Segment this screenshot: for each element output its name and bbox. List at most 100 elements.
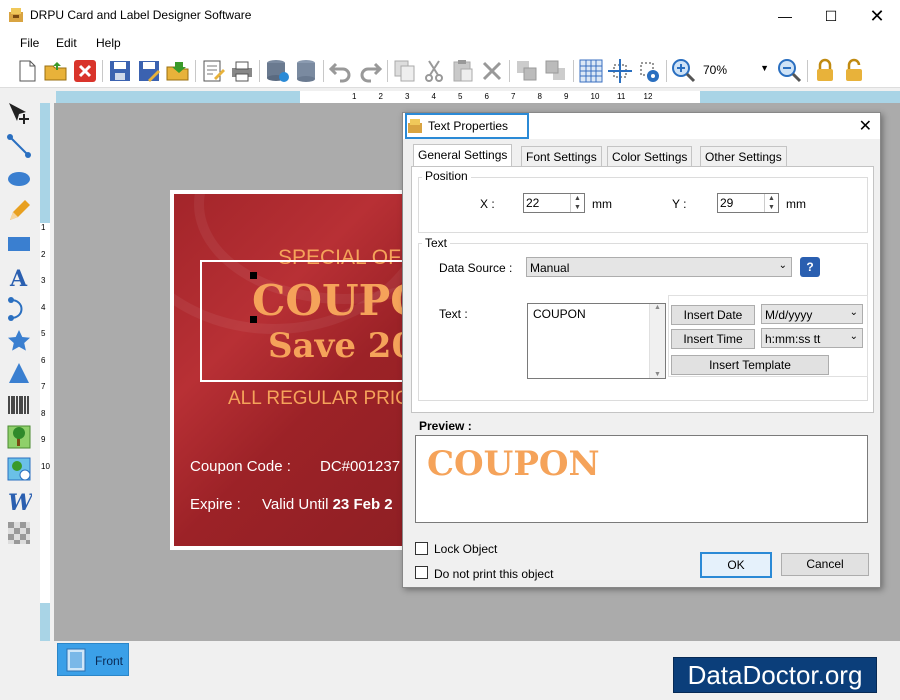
do-not-print-checkbox[interactable]: [415, 566, 428, 579]
settings-target-icon[interactable]: [636, 58, 662, 84]
delete-icon[interactable]: [479, 58, 505, 84]
y-unit: mm: [786, 197, 806, 211]
tab-general-settings[interactable]: General Settings: [413, 144, 513, 167]
menu-edit[interactable]: Edit: [56, 36, 77, 50]
dialog-close-icon[interactable]: ✕: [859, 116, 872, 136]
tab-front[interactable]: Front: [57, 643, 129, 676]
line-tool-icon[interactable]: [6, 133, 32, 159]
save-icon[interactable]: [107, 58, 133, 84]
barcode-tool-icon[interactable]: [6, 392, 32, 418]
card-expire-value[interactable]: Valid Until 23 Feb 2: [262, 496, 393, 513]
ruler-number: 1: [41, 223, 46, 232]
zoom-in-icon[interactable]: [671, 58, 697, 84]
tab-font-settings[interactable]: Font Settings: [521, 146, 602, 166]
properties-icon[interactable]: [200, 58, 226, 84]
page-icon: [66, 648, 86, 672]
resize-handle[interactable]: [250, 272, 257, 279]
date-format-select[interactable]: M/d/yyyy ⌄: [761, 304, 863, 324]
card-expire-label[interactable]: Expire :: [190, 496, 241, 513]
text-properties-dialog: Text Properties ✕ General Settings Font …: [402, 112, 881, 588]
ruler-number: 2: [378, 92, 383, 101]
toolbar: 70% ▼: [0, 54, 900, 88]
word-art-icon[interactable]: W: [6, 488, 35, 516]
image-tool-icon[interactable]: [6, 424, 32, 450]
menu-file[interactable]: File: [20, 36, 39, 50]
cut-icon[interactable]: [421, 58, 447, 84]
send-back-icon[interactable]: [543, 58, 569, 84]
maximize-button[interactable]: ☐: [808, 0, 854, 32]
ruler-number: 11: [617, 92, 626, 101]
insert-template-button[interactable]: Insert Template: [671, 355, 829, 375]
copy-icon[interactable]: [392, 58, 418, 84]
undo-icon[interactable]: [328, 58, 354, 84]
open-folder-icon[interactable]: [43, 58, 69, 84]
export-icon[interactable]: [165, 58, 191, 84]
ruler-number: 2: [41, 249, 46, 259]
redo-icon[interactable]: [357, 58, 383, 84]
close-file-icon[interactable]: [72, 58, 98, 84]
ellipse-tool-icon[interactable]: [6, 166, 32, 192]
ruler-number: 5: [41, 329, 46, 338]
insert-time-button[interactable]: Insert Time: [671, 329, 755, 349]
resize-handle[interactable]: [250, 316, 257, 323]
triangle-tool-icon[interactable]: [6, 360, 32, 386]
card-code-value[interactable]: DC#001237: [320, 458, 400, 475]
database-icon[interactable]: [293, 58, 319, 84]
x-spinner[interactable]: 22 ▲ ▼: [523, 193, 585, 213]
y-spinner[interactable]: 29 ▲ ▼: [717, 193, 779, 213]
grid-icon[interactable]: [578, 58, 604, 84]
time-format-select[interactable]: h:mm:ss tt ⌄: [761, 328, 863, 348]
zoom-select[interactable]: 70% ▼: [699, 61, 771, 81]
select-move-icon[interactable]: [6, 100, 32, 126]
ruler-number: 4: [431, 92, 436, 101]
ruler-horizontal: 1 2 3 4 5 6 7 8 9 10 11 12: [56, 91, 900, 103]
center-object-icon[interactable]: [607, 58, 633, 84]
background-tool-icon[interactable]: [6, 520, 32, 546]
minimize-button[interactable]: —: [762, 0, 808, 32]
close-window-button[interactable]: ✕: [854, 0, 900, 32]
spin-up-icon[interactable]: ▲: [765, 194, 778, 203]
spin-up-icon[interactable]: ▲: [571, 194, 584, 203]
card-code-label[interactable]: Coupon Code :: [190, 458, 291, 475]
print-icon[interactable]: [229, 58, 255, 84]
dialog-app-icon: [408, 119, 422, 133]
ruler-number: 10: [41, 461, 50, 471]
image-library-icon[interactable]: [6, 456, 32, 482]
star-tool-icon[interactable]: [6, 328, 32, 354]
lock-icon[interactable]: [812, 58, 838, 84]
tab-other-settings[interactable]: Other Settings: [700, 146, 787, 166]
svg-text:W: W: [8, 490, 32, 514]
paste-icon[interactable]: [450, 58, 476, 84]
lock-object-checkbox[interactable]: [415, 542, 428, 555]
bring-front-icon[interactable]: [514, 58, 540, 84]
spin-down-icon[interactable]: ▼: [571, 203, 584, 212]
tab-color-settings[interactable]: Color Settings: [607, 146, 693, 166]
svg-text:A: A: [9, 266, 28, 290]
save-as-icon[interactable]: [136, 58, 162, 84]
text-input[interactable]: COUPON ▲ ▼: [527, 303, 666, 379]
insert-date-button[interactable]: Insert Date: [671, 305, 755, 325]
curve-tool-icon[interactable]: [6, 296, 32, 322]
zoom-out-icon[interactable]: [777, 58, 803, 84]
ruler-number: 9: [41, 435, 46, 444]
text-tool-icon[interactable]: A: [6, 264, 32, 292]
rectangle-tool-icon[interactable]: [6, 231, 32, 257]
card-design[interactable]: SPECIAL OF COUPO Save 20 ALL REGULAR PRI…: [170, 190, 410, 550]
unlock-icon[interactable]: [841, 58, 867, 84]
database-import-icon[interactable]: [264, 58, 290, 84]
scrollbar[interactable]: ▲ ▼: [649, 304, 665, 378]
pencil-tool-icon[interactable]: [6, 198, 32, 224]
help-icon[interactable]: ?: [800, 257, 820, 277]
ruler-number: 10: [590, 92, 600, 101]
ruler-number: 6: [484, 92, 489, 101]
selection-box[interactable]: [200, 260, 410, 382]
spin-down-icon[interactable]: ▼: [765, 203, 778, 212]
card-regular-price-text[interactable]: ALL REGULAR PRIC: [228, 388, 409, 410]
chevron-down-icon: ⌄: [849, 331, 858, 342]
new-file-icon[interactable]: [14, 58, 40, 84]
menu-help[interactable]: Help: [96, 36, 121, 50]
data-source-select[interactable]: Manual ⌄: [526, 257, 792, 277]
ok-button[interactable]: OK: [700, 552, 772, 578]
x-label: X :: [480, 197, 495, 211]
cancel-button[interactable]: Cancel: [781, 553, 869, 576]
